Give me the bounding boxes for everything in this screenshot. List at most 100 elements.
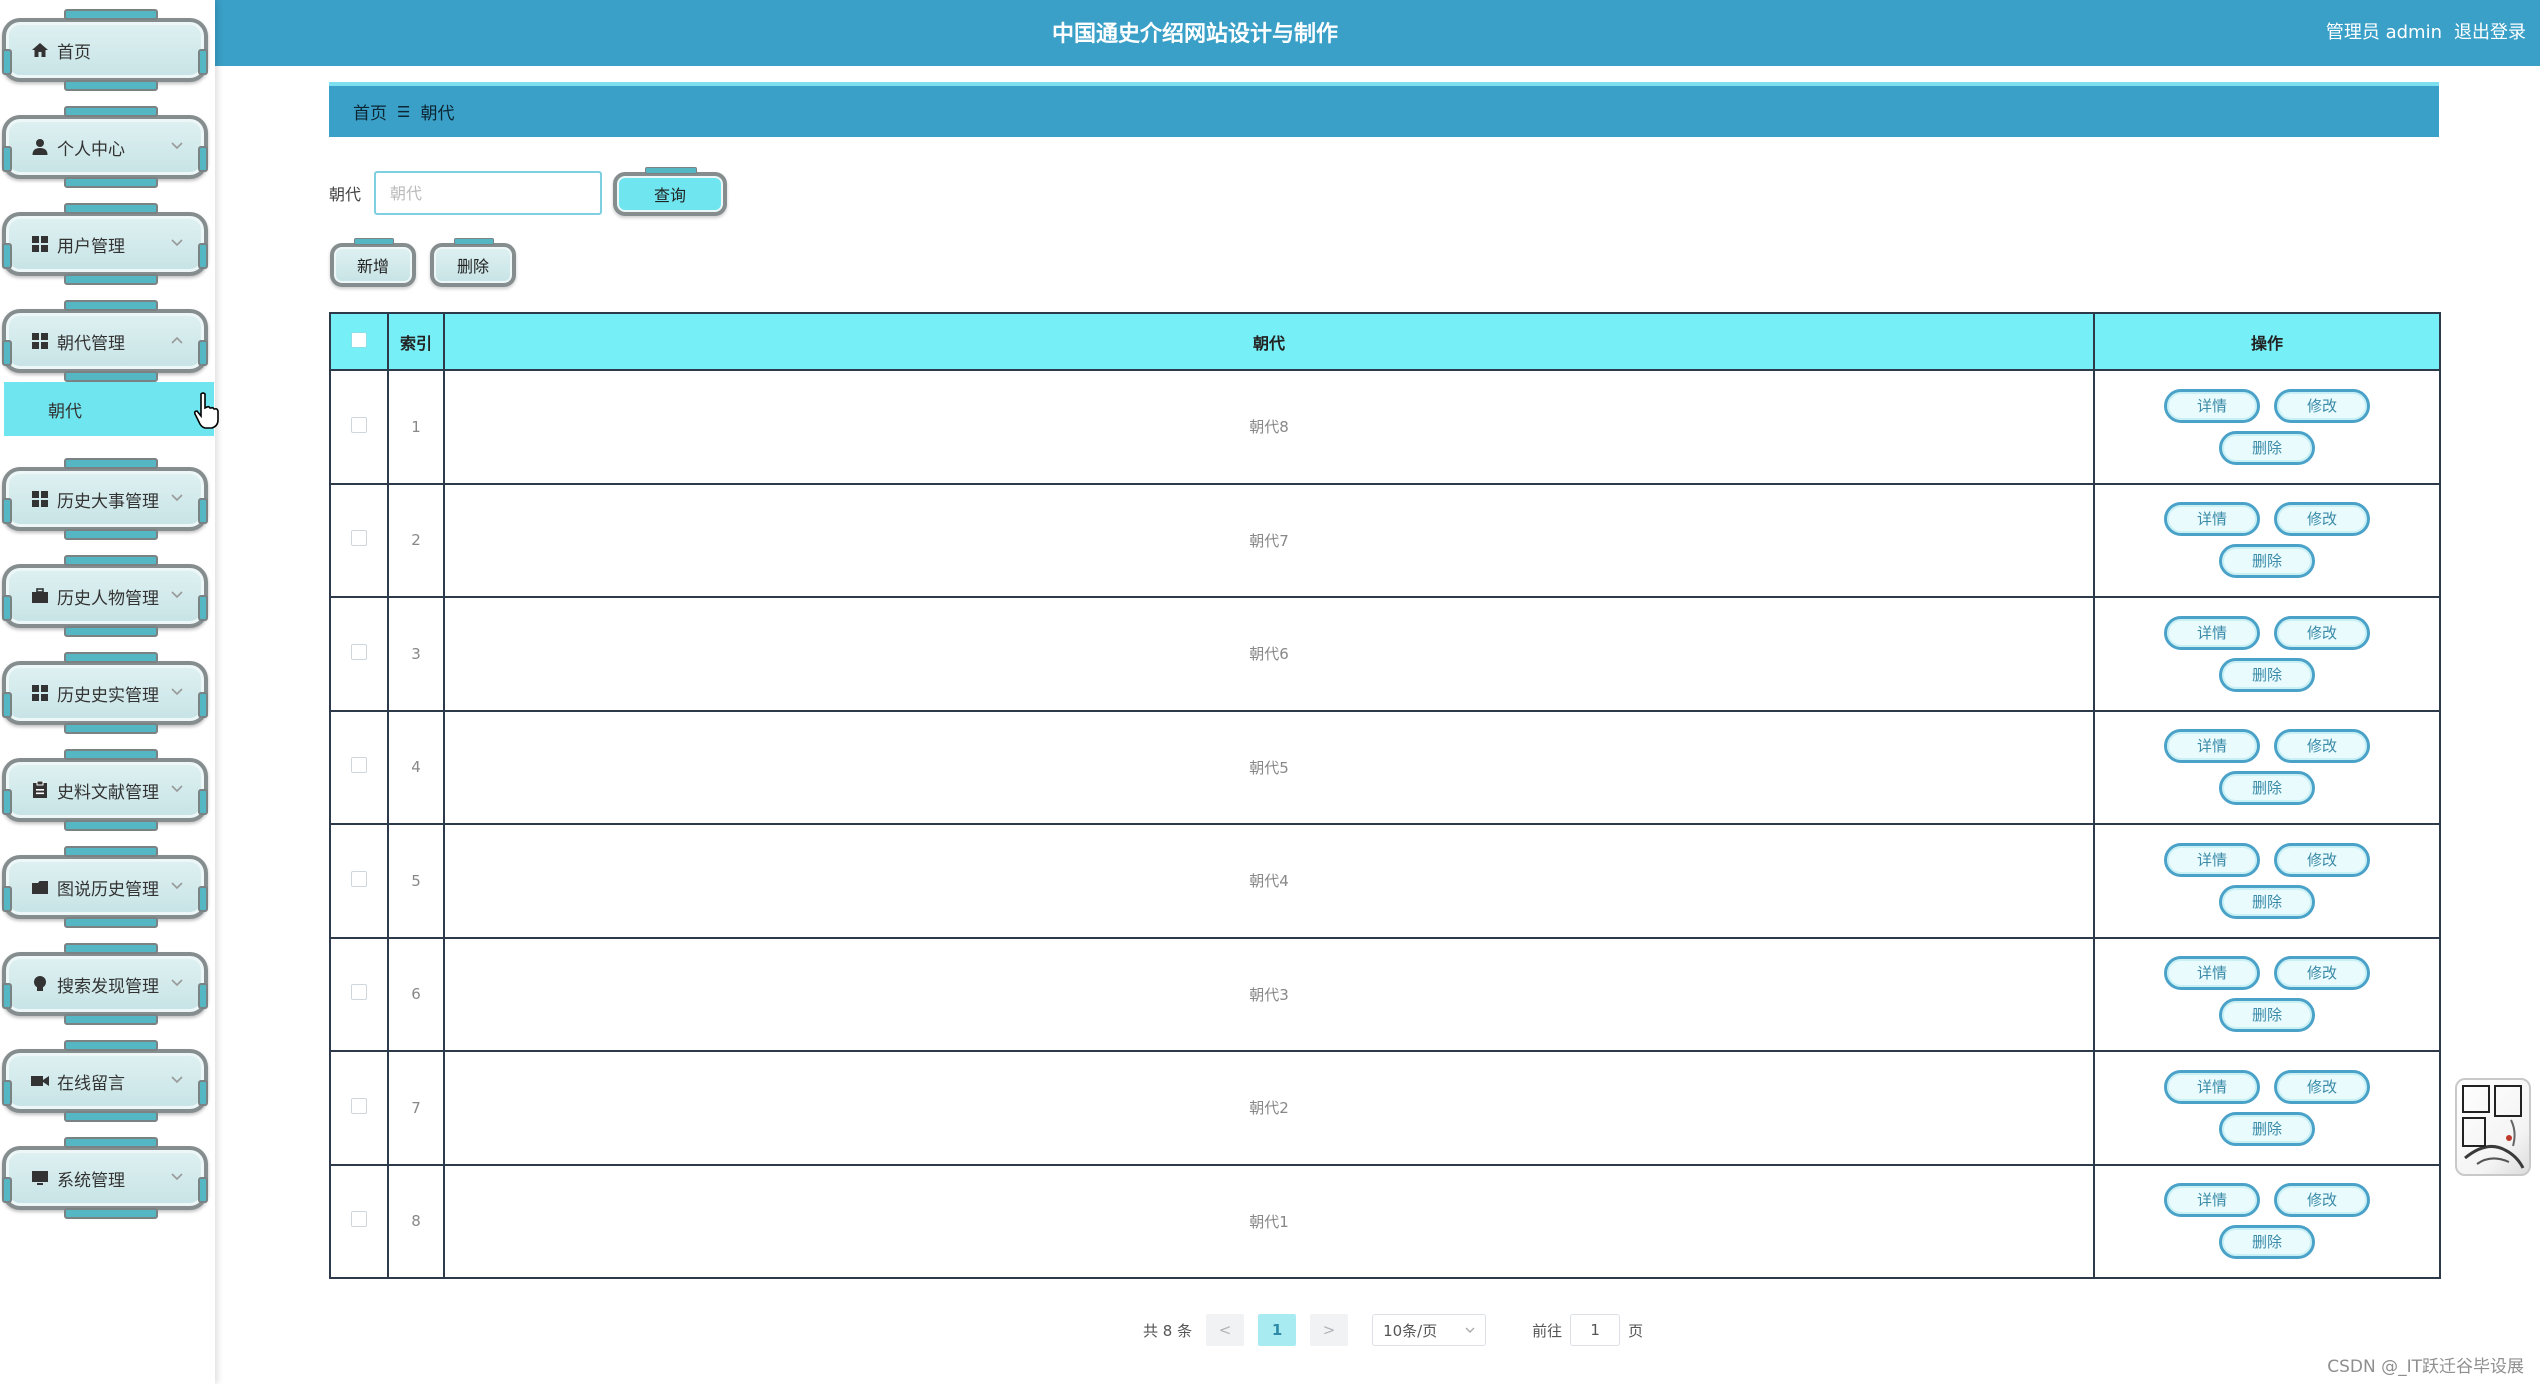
breadcrumb-home[interactable]: 首页 (353, 99, 387, 124)
sidebar-item-label: 系统管理 (57, 1170, 125, 1191)
row-checkbox[interactable] (351, 530, 367, 547)
sidebar-item-label: 历史史实管理 (57, 685, 159, 706)
detail-button[interactable]: 详情 (2164, 956, 2260, 991)
table-row: 8 朝代1 详情 修改 删除 (329, 1163, 2441, 1279)
row-dynasty: 朝代8 (443, 369, 2095, 485)
grid-icon (30, 489, 50, 509)
row-checkbox[interactable] (351, 757, 367, 774)
sidebar-item-search-discovery-management[interactable]: 搜索发现管理 (2, 943, 208, 1025)
delete-button[interactable]: 删除 (2219, 544, 2315, 579)
row-dynasty: 朝代2 (443, 1050, 2095, 1166)
sidebar-item-figures-management[interactable]: 历史人物管理 (2, 555, 208, 637)
delete-button[interactable]: 删除 (2219, 998, 2315, 1033)
row-checkbox[interactable] (351, 1097, 367, 1114)
detail-button[interactable]: 详情 (2164, 388, 2260, 423)
top-header: 中国通史介绍网站设计与制作 管理员 admin 退出登录 (215, 0, 2540, 66)
video-icon (30, 1071, 50, 1091)
briefcase-icon (30, 586, 50, 606)
delete-button[interactable]: 删除 (2219, 657, 2315, 692)
sidebar-item-label: 用户管理 (57, 236, 125, 257)
sidebar-item-events-management[interactable]: 历史大事管理 (2, 458, 208, 540)
chevron-down-icon (168, 586, 186, 604)
sidebar-item-illustrated-history-management[interactable]: 图说历史管理 (2, 846, 208, 928)
edit-button[interactable]: 修改 (2274, 388, 2370, 423)
row-checkbox[interactable] (351, 870, 367, 887)
dynasty-search-input[interactable] (374, 171, 602, 215)
pagination-total: 共 8 条 (1143, 1321, 1193, 1340)
add-button[interactable]: 新增 (330, 238, 416, 287)
clipboard-icon (30, 780, 50, 800)
chevron-down-icon (1465, 1327, 1475, 1333)
detail-button[interactable]: 详情 (2164, 502, 2260, 537)
row-index: 2 (387, 482, 445, 598)
batch-delete-button[interactable]: 删除 (430, 238, 516, 287)
prev-page-button[interactable]: < (1206, 1314, 1245, 1346)
edit-button[interactable]: 修改 (2274, 729, 2370, 764)
detail-button[interactable]: 详情 (2164, 842, 2260, 877)
sidebar-subitem-dynasty[interactable]: 朝代 (4, 382, 214, 436)
edit-button[interactable]: 修改 (2274, 956, 2370, 991)
delete-button[interactable]: 删除 (2219, 430, 2315, 465)
home-icon (30, 40, 50, 60)
row-checkbox[interactable] (351, 643, 367, 660)
detail-button[interactable]: 详情 (2164, 1069, 2260, 1104)
edit-button[interactable]: 修改 (2274, 1069, 2370, 1104)
chevron-down-icon (168, 780, 186, 798)
seal-artwork-icon (2462, 1085, 2525, 1169)
current-user-label: 管理员 admin (2325, 22, 2442, 43)
row-index: 1 (387, 369, 445, 485)
goto-page-input[interactable] (1570, 1314, 1621, 1346)
sidebar-item-personal-center[interactable]: 个人中心 (2, 106, 208, 188)
sidebar-item-dynasty-management[interactable]: 朝代管理 (2, 300, 208, 382)
sidebar-item-documents-management[interactable]: 史料文献管理 (2, 749, 208, 831)
watermark-text: CSDN @_IT跃迁谷毕设展 (2327, 1357, 2524, 1377)
row-index: 8 (387, 1163, 445, 1279)
next-page-button[interactable]: > (1310, 1314, 1349, 1346)
table-row: 1 朝代8 详情 修改 删除 (329, 369, 2441, 485)
edit-button[interactable]: 修改 (2274, 842, 2370, 877)
page-size-select[interactable]: 10条/页 (1372, 1314, 1487, 1346)
edit-button[interactable]: 修改 (2274, 615, 2370, 650)
sidebar-item-label: 在线留言 (57, 1073, 125, 1094)
sidebar-item-user-management[interactable]: 用户管理 (2, 203, 208, 285)
select-all-checkbox[interactable] (351, 331, 367, 348)
sidebar-item-facts-management[interactable]: 历史史实管理 (2, 652, 208, 734)
chevron-down-icon (168, 974, 186, 992)
chevron-down-icon (168, 683, 186, 701)
delete-button[interactable]: 删除 (2219, 1111, 2315, 1146)
row-index: 5 (387, 823, 445, 939)
row-checkbox[interactable] (351, 1211, 367, 1228)
chevron-down-icon (168, 1168, 186, 1186)
row-checkbox[interactable] (351, 984, 367, 1001)
sidebar-item-label: 首页 (57, 42, 91, 63)
detail-button[interactable]: 详情 (2164, 729, 2260, 764)
query-button[interactable]: 查询 (613, 167, 727, 216)
page-size-value: 10条/页 (1383, 1321, 1438, 1340)
sidebar-item-system-management[interactable]: 系统管理 (2, 1137, 208, 1219)
column-header-dynasty: 朝代 (443, 312, 2095, 371)
breadcrumb: 首页 ☰ 朝代 (329, 82, 2439, 137)
row-checkbox[interactable] (351, 416, 367, 433)
delete-button[interactable]: 删除 (2219, 1225, 2315, 1260)
brand-seal-logo (2455, 1078, 2531, 1176)
edit-button[interactable]: 修改 (2274, 1183, 2370, 1218)
row-dynasty: 朝代3 (443, 936, 2095, 1052)
sidebar-item-home[interactable]: 首页 (2, 9, 208, 91)
row-dynasty: 朝代4 (443, 823, 2095, 939)
folder-icon (30, 877, 50, 897)
page-number-button[interactable]: 1 (1258, 1314, 1297, 1346)
edit-button[interactable]: 修改 (2274, 502, 2370, 537)
table-row: 2 朝代7 详情 修改 删除 (329, 482, 2441, 598)
table-row: 3 朝代6 详情 修改 删除 (329, 596, 2441, 712)
chevron-down-icon (168, 137, 186, 155)
delete-button[interactable]: 删除 (2219, 884, 2315, 919)
delete-button[interactable]: 删除 (2219, 771, 2315, 806)
row-index: 3 (387, 596, 445, 712)
table-row: 7 朝代2 详情 修改 删除 (329, 1050, 2441, 1166)
logout-link[interactable]: 退出登录 (2454, 18, 2526, 44)
sidebar-item-online-message[interactable]: 在线留言 (2, 1040, 208, 1122)
detail-button[interactable]: 详情 (2164, 615, 2260, 650)
sidebar-item-label: 历史大事管理 (57, 491, 159, 512)
detail-button[interactable]: 详情 (2164, 1183, 2260, 1218)
sidebar: 首页 个人中心 用户管理 朝代管理 朝代 历史大事管理 历史人物管理 历史史实管… (0, 0, 219, 1384)
